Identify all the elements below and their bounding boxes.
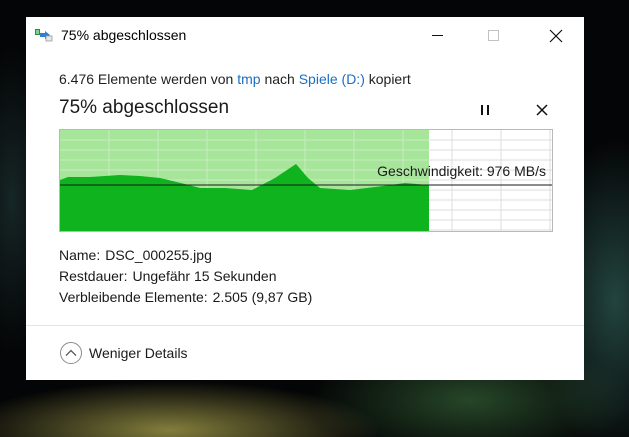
- maximize-button[interactable]: [466, 17, 522, 54]
- footer-divider: [26, 325, 584, 326]
- progress-status-title: 75% abgeschlossen: [59, 97, 230, 118]
- close-button[interactable]: [528, 17, 584, 54]
- copy-files-icon: [35, 28, 53, 42]
- maximize-icon: [488, 29, 499, 41]
- window-title: 75% abgeschlossen: [61, 27, 187, 43]
- description-prefix: 6.476 Elemente werden von: [59, 71, 234, 87]
- speed-graph: Geschwindigkeit: 976 MB/s: [59, 129, 553, 232]
- name-label: Name:: [59, 247, 101, 263]
- destination-drive-link[interactable]: Spiele (D:): [299, 71, 365, 87]
- remaining-items-row: Verbleibende Elemente: 2.505 (9,87 GB): [59, 289, 312, 305]
- chevron-up-icon: [60, 342, 82, 364]
- transfer-description: 6.476 Elemente werden von tmp nach Spiel…: [59, 71, 411, 87]
- file-copy-dialog: 75% abgeschlossen 6.476 Elemente werden …: [26, 17, 584, 380]
- current-file-row: Name: DSC_000255.jpg: [59, 247, 212, 263]
- close-icon: [549, 29, 563, 42]
- source-folder-link[interactable]: tmp: [237, 71, 260, 87]
- remaining-time-row: Restdauer: Ungefähr 15 Sekunden: [59, 268, 276, 284]
- description-middle: nach: [264, 71, 295, 87]
- speed-label: Geschwindigkeit: 976 MB/s: [377, 163, 546, 179]
- description-suffix: kopiert: [368, 71, 411, 87]
- speed-graph-canvas: [60, 130, 552, 231]
- pause-button[interactable]: [474, 99, 496, 121]
- minimize-button[interactable]: [410, 17, 466, 54]
- remaining-value: 2.505 (9,87 GB): [212, 289, 313, 305]
- pause-icon: [481, 105, 489, 115]
- cancel-button[interactable]: [531, 99, 553, 121]
- less-details-label: Weniger Details: [89, 345, 188, 361]
- time-label: Restdauer:: [59, 268, 128, 284]
- title-bar[interactable]: 75% abgeschlossen: [26, 17, 584, 54]
- minimize-icon: [432, 34, 443, 36]
- time-value: Ungefähr 15 Sekunden: [132, 268, 277, 284]
- name-value: DSC_000255.jpg: [105, 247, 212, 263]
- cancel-icon: [536, 104, 548, 116]
- remaining-label: Verbleibende Elemente:: [59, 289, 208, 305]
